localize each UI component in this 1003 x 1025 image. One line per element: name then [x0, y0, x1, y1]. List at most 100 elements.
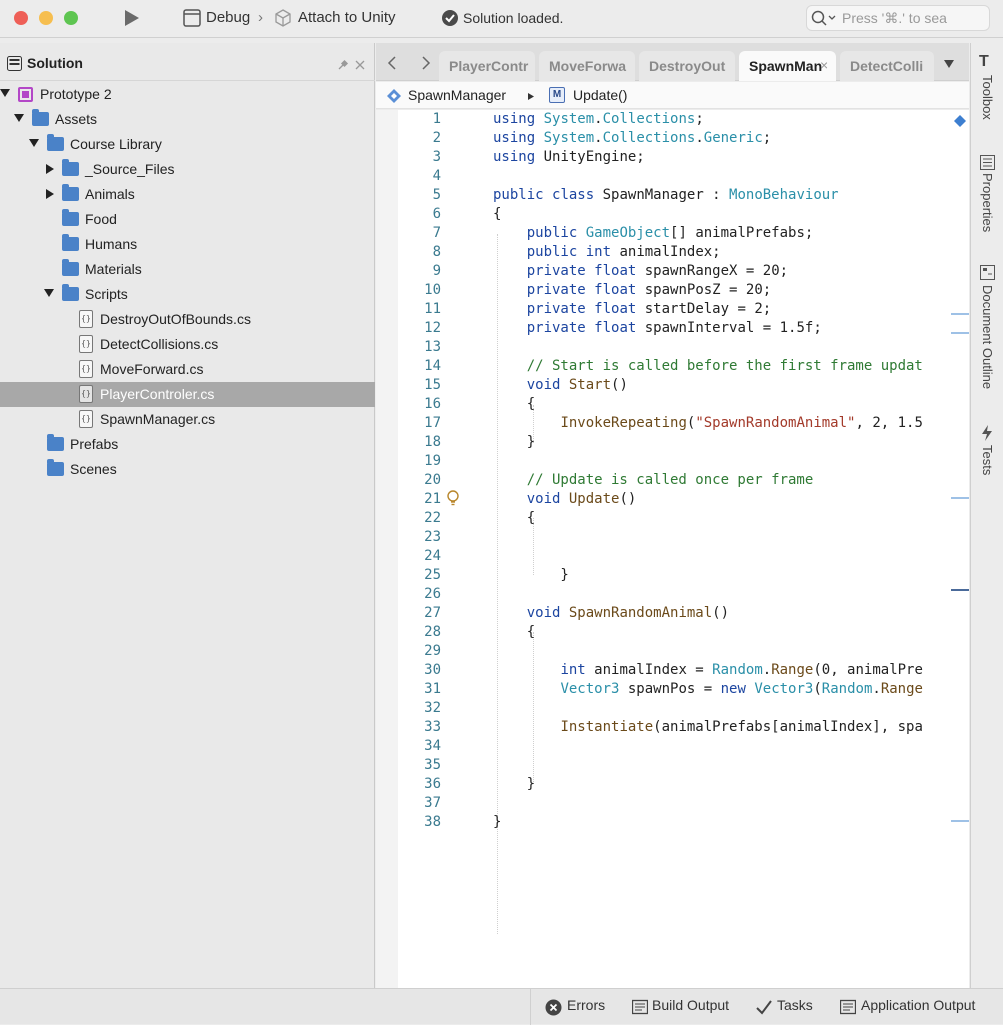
tree-item-file[interactable]: {} DetectCollisions.cs [0, 332, 375, 357]
line-number[interactable]: 25 [406, 566, 441, 585]
collapsed-arrow-icon[interactable] [46, 164, 54, 174]
line-number[interactable]: 13 [406, 338, 441, 357]
code-line[interactable]: { [493, 205, 501, 224]
code-line[interactable]: // Update is called once per frame [493, 471, 814, 490]
tree-item-folder[interactable]: Materials [0, 257, 375, 282]
line-number[interactable]: 31 [406, 680, 441, 699]
line-number[interactable]: 24 [406, 547, 441, 566]
code-line[interactable]: using System.Collections; [493, 110, 704, 129]
tab-moveforward[interactable]: MoveForwa [539, 51, 635, 81]
tree-item-file-selected[interactable]: {} PlayerControler.cs [0, 382, 375, 407]
line-number[interactable]: 23 [406, 528, 441, 547]
application-output-button[interactable]: Application Output [861, 997, 975, 1013]
line-number[interactable]: 8 [406, 243, 441, 262]
code-line[interactable]: public int animalIndex; [493, 243, 721, 262]
tree-item-folder[interactable]: Humans [0, 232, 375, 257]
path-class[interactable]: SpawnManager [408, 87, 506, 103]
line-number[interactable]: 4 [406, 167, 441, 186]
line-number[interactable]: 37 [406, 794, 441, 813]
line-number[interactable]: 38 [406, 813, 441, 832]
minimize-window-button[interactable] [39, 11, 53, 25]
tab-detectcollisions[interactable]: DetectColli [840, 51, 934, 81]
line-number[interactable]: 7 [406, 224, 441, 243]
pin-icon[interactable] [337, 59, 349, 71]
code-line[interactable]: InvokeRepeating("SpawnRandomAnimal", 2, … [493, 414, 922, 433]
tree-item-file[interactable]: {} DestroyOutOfBounds.cs [0, 307, 375, 332]
maximize-window-button[interactable] [64, 11, 78, 25]
code-line[interactable]: // Start is called before the first fram… [493, 357, 923, 376]
line-number[interactable]: 19 [406, 452, 441, 471]
line-number[interactable]: 9 [406, 262, 441, 281]
line-number[interactable]: 30 [406, 661, 441, 680]
code-line[interactable]: } [493, 433, 535, 452]
code-line[interactable]: Vector3 spawnPos = new Vector3(Random.Ra… [493, 680, 923, 699]
expanded-arrow-icon[interactable] [14, 114, 24, 122]
expanded-arrow-icon[interactable] [44, 289, 54, 297]
tab-playercontroler[interactable]: PlayerContr [439, 51, 535, 81]
line-number[interactable]: 14 [406, 357, 441, 376]
code-line[interactable]: public GameObject[] animalPrefabs; [493, 224, 814, 243]
line-number[interactable]: 29 [406, 642, 441, 661]
tree-item-folder[interactable]: Scenes [0, 457, 375, 482]
code-line[interactable]: } [493, 566, 568, 585]
run-target[interactable]: Attach to Unity [298, 9, 396, 26]
tree-item-folder[interactable]: Animals [0, 182, 375, 207]
code-line[interactable]: private float spawnInterval = 1.5f; [493, 319, 822, 338]
tab-overflow-icon[interactable] [943, 59, 955, 69]
tree-item-folder[interactable]: _Source_Files [0, 157, 375, 182]
line-number[interactable]: 12 [406, 319, 441, 338]
line-number[interactable]: 10 [406, 281, 441, 300]
code-line[interactable]: } [493, 775, 535, 794]
tree-item-folder[interactable]: Prefabs [0, 432, 375, 457]
tab-destroyoutofbounds[interactable]: DestroyOut [639, 51, 735, 81]
line-number[interactable]: 33 [406, 718, 441, 737]
document-outline-pad-button[interactable]: Document Outline [980, 285, 995, 389]
line-number[interactable]: 20 [406, 471, 441, 490]
chevron-left-icon[interactable] [386, 56, 398, 70]
tree-item-file[interactable]: {} MoveForward.cs [0, 357, 375, 382]
tree-item-project[interactable]: Prototype 2 [0, 82, 375, 107]
line-number[interactable]: 15 [406, 376, 441, 395]
tab-spawnmanager[interactable]: SpawnMan × [739, 51, 836, 81]
line-number[interactable]: 1 [406, 110, 441, 129]
line-number[interactable]: 22 [406, 509, 441, 528]
line-number[interactable]: 34 [406, 737, 441, 756]
tests-pad-button[interactable]: Tests [980, 445, 995, 475]
code-line[interactable]: private float startDelay = 2; [493, 300, 771, 319]
close-tab-icon[interactable]: × [820, 57, 828, 73]
line-number[interactable]: 26 [406, 585, 441, 604]
line-number[interactable]: 5 [406, 186, 441, 205]
search-box[interactable]: Press '⌘.' to sea [806, 5, 990, 31]
line-number[interactable]: 36 [406, 775, 441, 794]
code-line[interactable]: { [493, 509, 535, 528]
build-output-button[interactable]: Build Output [652, 997, 729, 1013]
properties-pad-button[interactable]: Properties [980, 173, 995, 232]
toolbox-pad-button[interactable]: Toolbox [980, 75, 995, 120]
code-line[interactable]: void Start() [493, 376, 628, 395]
code-line[interactable]: Instantiate(animalPrefabs[animalIndex], … [493, 718, 922, 737]
path-member[interactable]: Update() [573, 87, 627, 103]
collapsed-arrow-icon[interactable] [46, 189, 54, 199]
line-number[interactable]: 32 [406, 699, 441, 718]
line-number[interactable]: 2 [406, 129, 441, 148]
code-line[interactable]: private float spawnRangeX = 20; [493, 262, 788, 281]
line-number[interactable]: 27 [406, 604, 441, 623]
code-editor[interactable]: 1 2 3 4 5 6 7 8 9 10 11 12 13 14 15 16 17 18 19 20 21 22 23 24 2… [376, 110, 969, 988]
code-line[interactable]: void Update() [493, 490, 637, 509]
line-number[interactable]: 16 [406, 395, 441, 414]
line-number[interactable]: 3 [406, 148, 441, 167]
code-line[interactable]: void SpawnRandomAnimal() [493, 604, 729, 623]
line-number[interactable]: 6 [406, 205, 441, 224]
play-icon[interactable] [123, 9, 141, 27]
code-line[interactable]: { [493, 395, 535, 414]
line-number[interactable]: 35 [406, 756, 441, 775]
code-line[interactable]: using UnityEngine; [493, 148, 645, 167]
code-line[interactable]: public class SpawnManager : MonoBehaviou… [493, 186, 839, 205]
close-pad-icon[interactable] [354, 59, 366, 71]
expanded-arrow-icon[interactable] [0, 89, 10, 97]
tree-item-folder[interactable]: Course Library [0, 132, 375, 157]
line-number[interactable]: 18 [406, 433, 441, 452]
line-number[interactable]: 21 [406, 490, 441, 509]
close-window-button[interactable] [14, 11, 28, 25]
tree-item-folder[interactable]: Assets [0, 107, 375, 132]
